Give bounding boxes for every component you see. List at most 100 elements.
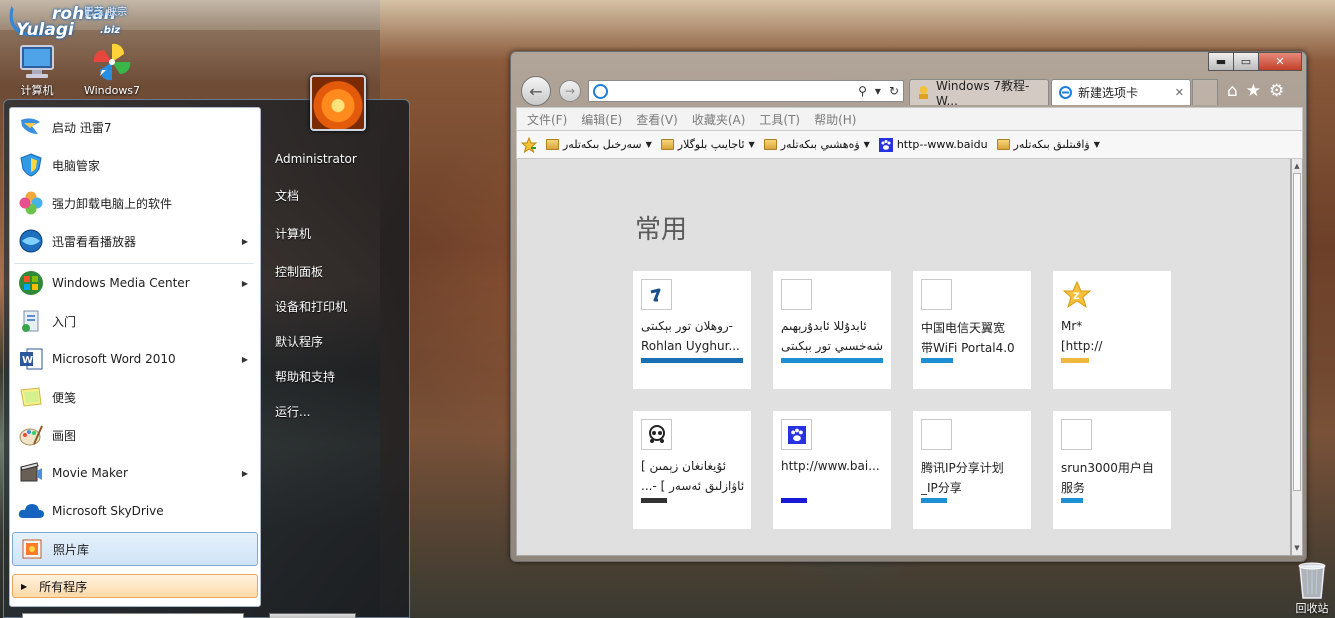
browser-window: ▬ ▭ ✕ ← → ⚲ ▾ ↻ Windows 7教程-W... 新建选项卡 ✕…	[510, 51, 1307, 562]
tile-site[interactable]: -روھلان تور بېكىتى Rohlan Uyghur...	[633, 271, 751, 389]
forward-button[interactable]: →	[559, 80, 581, 102]
scroll-thumb[interactable]	[1293, 173, 1301, 491]
ie-logo-icon	[1059, 86, 1072, 99]
scroll-down-icon[interactable]: ▼	[1293, 543, 1301, 553]
start-search-input[interactable]	[22, 613, 244, 618]
tile-bar	[641, 358, 743, 363]
program-media-center[interactable]: Windows Media Center ▶	[12, 266, 258, 300]
scroll-up-icon[interactable]: ▲	[1293, 161, 1301, 171]
folder-icon	[763, 139, 777, 150]
menu-edit[interactable]: 编辑(E)	[581, 111, 622, 128]
start-right-help[interactable]: 帮助和支持	[275, 368, 335, 385]
dropdown-icon: ▼	[748, 140, 755, 149]
program-word-2010[interactable]: W Microsoft Word 2010 ▶	[12, 342, 258, 376]
favorites-folder-2[interactable]: ئاجايىپ بلوگلار ▼	[660, 138, 755, 151]
program-pc-manager[interactable]: 电脑管家	[12, 148, 258, 182]
movie-maker-icon	[16, 458, 46, 488]
program-sticky-notes[interactable]: 便笺	[12, 380, 258, 414]
tile-bar	[1061, 358, 1089, 363]
desktop-icon-windows7[interactable]: Windows7	[80, 40, 144, 97]
tile-site[interactable]: 中国电信天翼宽 带WiFi Portal4.0	[913, 271, 1031, 389]
program-uninstaller[interactable]: 强力卸载电脑上的软件	[12, 186, 258, 220]
start-right-default-programs[interactable]: 默认程序	[275, 333, 323, 350]
word-icon: W	[16, 344, 46, 374]
site-favicon-icon	[919, 86, 928, 99]
start-right-devices-printers[interactable]: 设备和打印机	[275, 298, 347, 315]
search-icon[interactable]: ⚲	[858, 84, 867, 98]
dropdown-icon[interactable]: ▾	[875, 84, 881, 98]
folder-icon	[996, 139, 1010, 150]
shutdown-button[interactable]	[269, 613, 356, 618]
submenu-arrow-icon: ▶	[241, 278, 248, 288]
svg-text:Z: Z	[1073, 292, 1080, 302]
address-bar[interactable]: ⚲ ▾ ↻	[588, 80, 904, 102]
program-getting-started[interactable]: 入门	[12, 304, 258, 338]
menu-help[interactable]: 帮助(H)	[814, 111, 856, 128]
maximize-button[interactable]: ▭	[1233, 52, 1259, 71]
blank-icon	[921, 279, 952, 310]
start-right-computer[interactable]: 计算机	[275, 225, 311, 242]
arrow-left-icon: ←	[529, 81, 543, 101]
tile-site[interactable]: ئۇيغانغان زېمىن ] ئاۋازلىق ئەسەر ] -...	[633, 411, 751, 529]
program-paint[interactable]: 画图	[12, 418, 258, 452]
start-right-control-panel[interactable]: 控制面板	[275, 263, 323, 280]
shield-icon	[16, 150, 46, 180]
thunder-icon	[16, 112, 46, 142]
start-right-run[interactable]: 运行...	[275, 403, 310, 420]
favorites-folder-3[interactable]: ۋەھشىي بىكەتلەر ▼	[763, 138, 870, 151]
close-button[interactable]: ✕	[1258, 52, 1302, 71]
favorites-link-baidu[interactable]: http--www.baidu	[878, 137, 988, 152]
separator	[14, 263, 254, 264]
vertical-scrollbar[interactable]: ▲ ▼	[1291, 159, 1303, 556]
gear-icon[interactable]: ⚙	[1269, 81, 1284, 101]
dropdown-icon: ▼	[645, 140, 652, 149]
menu-file[interactable]: 文件(F)	[527, 111, 567, 128]
start-right-documents[interactable]: 文档	[275, 187, 299, 204]
tab-new-tab[interactable]: 新建选项卡 ✕	[1051, 79, 1191, 105]
tab-windows7-tutorial[interactable]: Windows 7教程-W...	[909, 79, 1049, 108]
photo-gallery-icon	[17, 534, 47, 564]
windows-logo-icon	[16, 268, 46, 298]
program-thunder-launch[interactable]: 启动 迅雷7	[12, 110, 258, 144]
rohlan-icon	[641, 279, 672, 310]
tile-site[interactable]: srun3000用户自 服务	[1053, 411, 1171, 529]
desktop-icon-recycle-bin[interactable]: 回收站	[1290, 560, 1334, 616]
play-arrow-icon: ▶	[21, 581, 28, 591]
favorites-folder-1[interactable]: سەرخىل بىكەتلەر ▼	[546, 138, 652, 151]
add-favorite-star-icon[interactable]	[521, 136, 537, 153]
tile-bar	[641, 498, 667, 503]
all-programs-button[interactable]: ▶ 所有程序	[12, 574, 258, 598]
user-avatar[interactable]	[310, 75, 366, 131]
program-movie-maker[interactable]: Movie Maker ▶	[12, 456, 258, 490]
tile-site[interactable]: Z Mr* [http://	[1053, 271, 1171, 389]
favorites-star-icon[interactable]: ★	[1246, 81, 1261, 101]
new-tab-button[interactable]	[1192, 79, 1218, 105]
svg-text:W: W	[22, 355, 33, 366]
tile-bar	[781, 498, 807, 503]
folder-icon	[660, 139, 674, 150]
blank-icon	[921, 419, 952, 450]
minimize-button[interactable]: ▬	[1208, 52, 1234, 71]
sticky-note-icon	[16, 382, 46, 412]
menu-tools[interactable]: 工具(T)	[759, 111, 800, 128]
tile-site[interactable]: ئابدۇللا ئابدۇرېھىم شەخسىي تور بېكىتى	[773, 271, 891, 389]
favorites-folder-4[interactable]: ۋاقىتلىق بىكەتلەر ▼	[996, 138, 1100, 151]
home-icon[interactable]: ⌂	[1227, 81, 1238, 101]
menu-view[interactable]: 查看(V)	[636, 111, 678, 128]
favorites-bar: سەرخىل بىكەتلەر ▼ ئاجايىپ بلوگلار ▼ ۋەھشىي…	[516, 131, 1303, 159]
program-photo-gallery[interactable]: 照片库	[12, 532, 258, 566]
refresh-icon[interactable]: ↻	[889, 84, 899, 98]
tile-site[interactable]: http://www.bai...	[773, 411, 891, 529]
start-right-user[interactable]: Administrator	[275, 152, 357, 166]
getting-started-icon	[16, 306, 46, 336]
baidu-paw-icon	[878, 137, 893, 152]
program-skydrive[interactable]: Microsoft SkyDrive	[12, 494, 258, 528]
back-button[interactable]: ←	[521, 76, 551, 106]
program-thunder-player[interactable]: 迅雷看看播放器 ▶	[12, 224, 258, 258]
tile-site[interactable]: 腾讯IP分享计划 _IP分享	[913, 411, 1031, 529]
close-tab-icon[interactable]: ✕	[1175, 86, 1184, 99]
frequent-sites-title: 常用	[635, 215, 688, 245]
desktop-icon-computer[interactable]: 计算机	[12, 42, 62, 98]
window-controls: ▬ ▭ ✕	[1208, 52, 1302, 71]
menu-favorites[interactable]: 收藏夹(A)	[692, 111, 746, 128]
